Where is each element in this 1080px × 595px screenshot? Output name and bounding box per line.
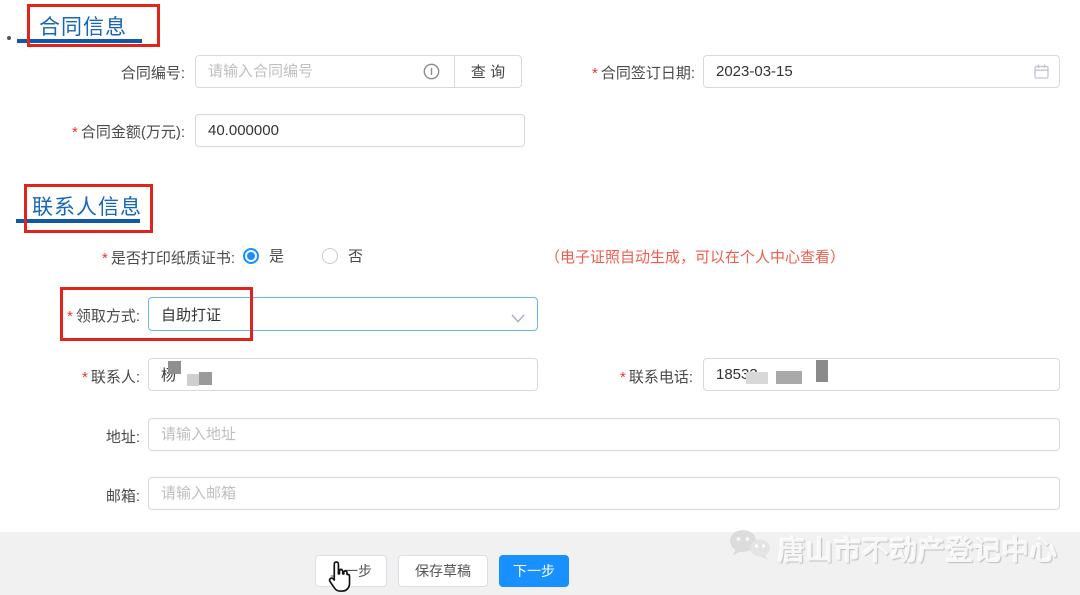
- stray-dot: [7, 36, 11, 40]
- redaction-block: [816, 360, 828, 382]
- next-step-button[interactable]: 下一步: [499, 555, 569, 587]
- address-label: 地址:: [55, 426, 140, 447]
- info-icon: [423, 63, 440, 80]
- prev-step-button[interactable]: 上一步: [315, 555, 387, 587]
- sign-date-label: *合同签订日期:: [555, 62, 695, 83]
- print-cert-label: *是否打印纸质证书:: [55, 247, 235, 268]
- contract-no-label: 合同编号:: [60, 62, 185, 83]
- radio-yes-label: 是: [269, 245, 284, 266]
- radio-no[interactable]: [322, 248, 338, 264]
- pickup-label: *领取方式:: [30, 305, 140, 326]
- watermark: 唐山市不动产登记中心: [728, 527, 1058, 569]
- amount-label: *合同金额(万元):: [20, 121, 185, 142]
- wechat-logo-icon: [728, 527, 772, 569]
- redaction-block: [187, 374, 199, 386]
- ecert-note: （电子证照自动生成，可以在个人中心查看）: [545, 246, 845, 267]
- contact-phone-input[interactable]: 18533: [703, 358, 1060, 391]
- address-input[interactable]: [148, 418, 1060, 451]
- redaction-block: [168, 361, 181, 374]
- redaction-block: [199, 372, 212, 385]
- radio-yes[interactable]: [243, 248, 259, 264]
- contact-phone-label: *联系电话:: [563, 366, 693, 387]
- watermark-text: 唐山市不动产登记中心: [778, 529, 1058, 568]
- contract-no-input[interactable]: [195, 55, 455, 88]
- email-label: 邮箱:: [55, 485, 140, 506]
- contract-title-underline: [17, 39, 142, 43]
- sign-date-wrap: [703, 55, 1060, 88]
- save-draft-button[interactable]: 保存草稿: [398, 555, 488, 587]
- pickup-selected-value: 自助打证: [161, 304, 221, 325]
- sign-date-input[interactable]: [703, 55, 1060, 88]
- contract-no-group: 查 询: [195, 55, 522, 88]
- email-input[interactable]: [148, 477, 1060, 510]
- amount-input[interactable]: [195, 114, 525, 147]
- redaction-block: [776, 371, 802, 384]
- radio-no-label: 否: [348, 245, 363, 266]
- contact-name-input[interactable]: 杨: [148, 358, 538, 391]
- pickup-select[interactable]: 自助打证: [148, 297, 538, 331]
- redaction-block: [746, 372, 768, 384]
- chevron-down-icon: [511, 310, 525, 327]
- contact-title-underline: [16, 219, 140, 223]
- contact-name-label: *联系人:: [55, 366, 140, 387]
- search-button[interactable]: 查 询: [454, 55, 522, 88]
- contract-section-title: 合同信息: [39, 11, 127, 41]
- print-cert-radio-group: 是 否: [243, 245, 363, 266]
- form-page: 合同信息 合同编号: 查 询 *合同签订日期:: [0, 0, 1080, 595]
- contact-section-title: 联系人信息: [32, 191, 142, 221]
- calendar-icon: [1033, 63, 1050, 80]
